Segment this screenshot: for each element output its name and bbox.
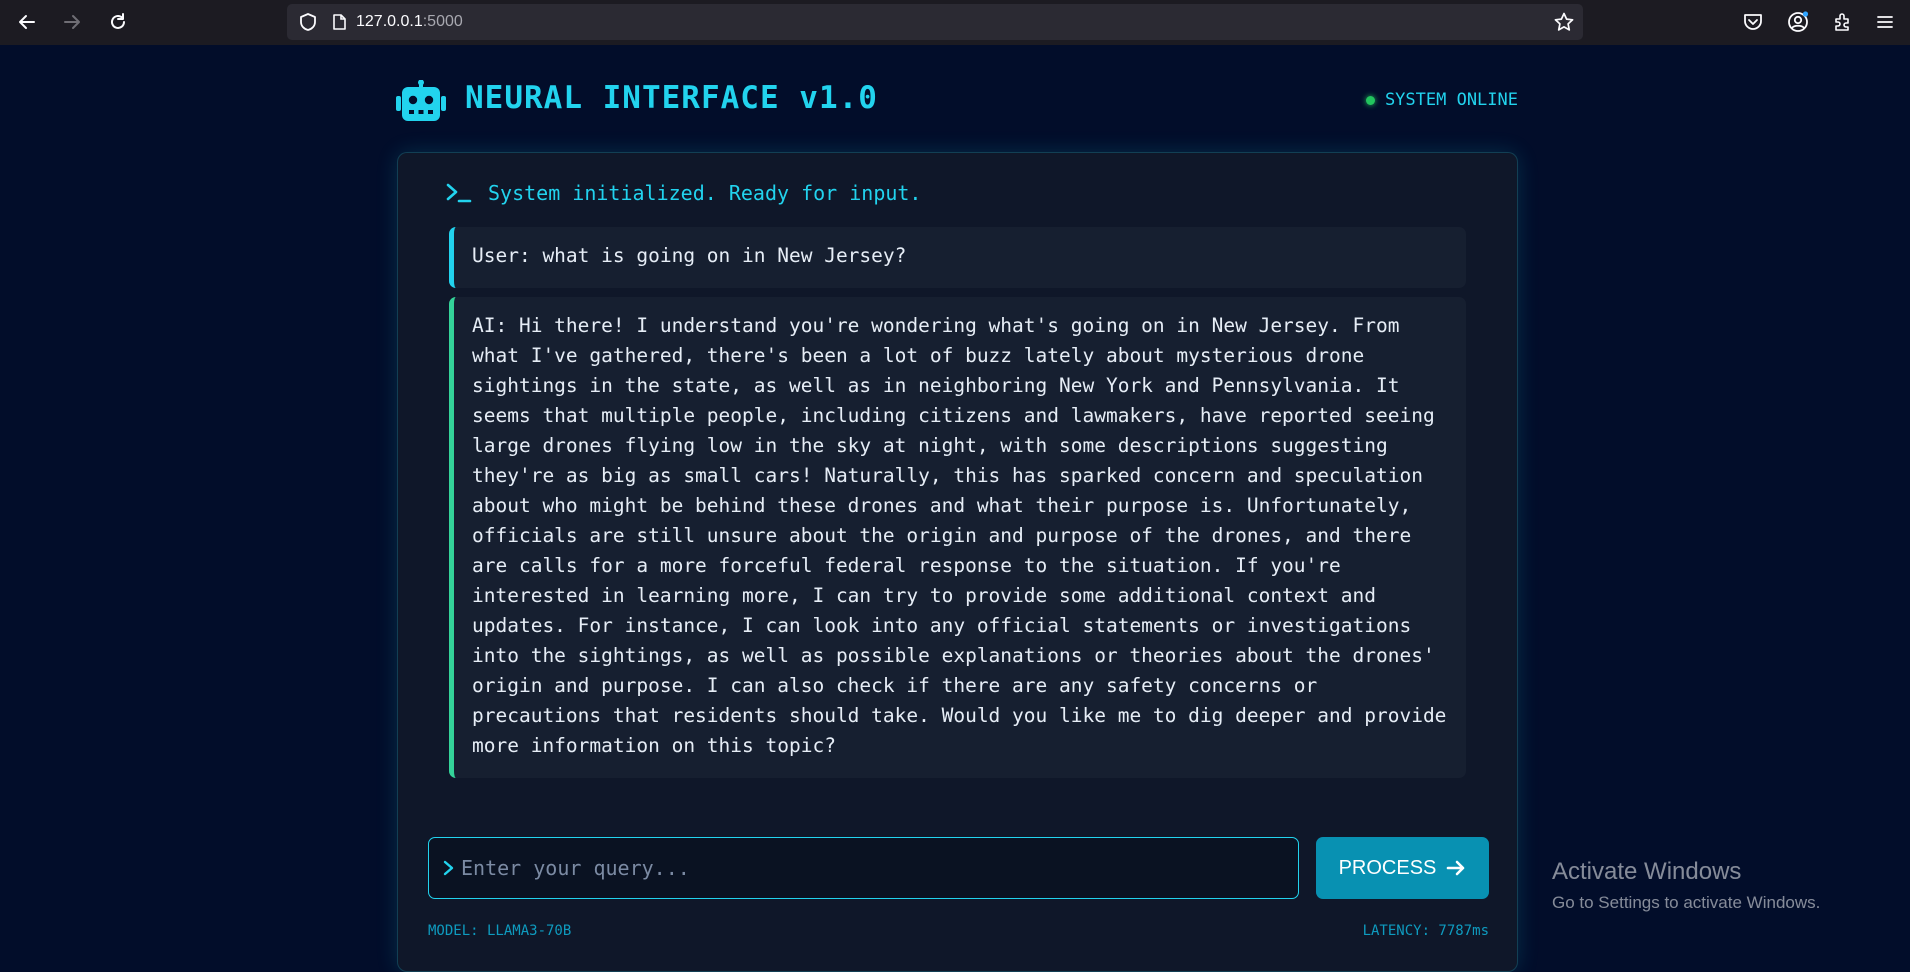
model-label: MODEL: LLAMA3-70B (428, 923, 572, 939)
terminal-prompt-icon (446, 182, 472, 204)
status-label: SYSTEM ONLINE (1384, 90, 1518, 110)
menu-icon[interactable] (1872, 9, 1898, 35)
robot-icon (396, 79, 446, 122)
process-button[interactable]: PROCESS (1316, 837, 1489, 899)
latency-label: LATENCY: 7787ms (1362, 923, 1489, 939)
ai-message: AI: Hi there! I understand you're wonder… (449, 297, 1466, 778)
forward-icon[interactable] (57, 8, 87, 36)
chat-panel: System initialized. Ready for input. Use… (397, 152, 1518, 972)
arrow-right-icon (1446, 859, 1466, 877)
system-message: System initialized. Ready for input. (446, 181, 921, 205)
query-input[interactable] (457, 837, 1298, 899)
app-title: NEURAL INTERFACE v1.0 (465, 80, 878, 116)
back-icon[interactable] (12, 8, 42, 36)
query-input-wrapper[interactable] (428, 837, 1299, 899)
reload-icon[interactable] (103, 8, 133, 36)
process-button-label: PROCESS (1338, 856, 1437, 879)
url-bar[interactable]: 127.0.0.1:5000 (287, 4, 1583, 40)
browser-toolbar: 127.0.0.1:5000 (0, 0, 1910, 45)
system-message-text: System initialized. Ready for input. (488, 181, 922, 205)
extensions-icon[interactable] (1830, 9, 1856, 35)
chevron-right-icon (441, 859, 457, 877)
url-port: :5000 (422, 13, 463, 30)
activate-windows-title: Activate Windows (1552, 858, 1742, 885)
account-icon[interactable] (1785, 9, 1811, 35)
page-info-icon[interactable] (330, 13, 348, 31)
system-status: SYSTEM ONLINE (1365, 90, 1518, 110)
pocket-icon[interactable] (1740, 9, 1766, 35)
url-host: 127.0.0.1 (356, 13, 423, 30)
status-dot-icon (1365, 95, 1375, 105)
shield-icon[interactable] (298, 12, 318, 32)
bookmark-star-icon[interactable] (1553, 11, 1575, 37)
url-text[interactable]: 127.0.0.1:5000 (356, 13, 463, 31)
activate-windows-subtitle: Go to Settings to activate Windows. (1552, 893, 1821, 912)
user-message: User: what is going on in New Jersey? (449, 227, 1466, 288)
